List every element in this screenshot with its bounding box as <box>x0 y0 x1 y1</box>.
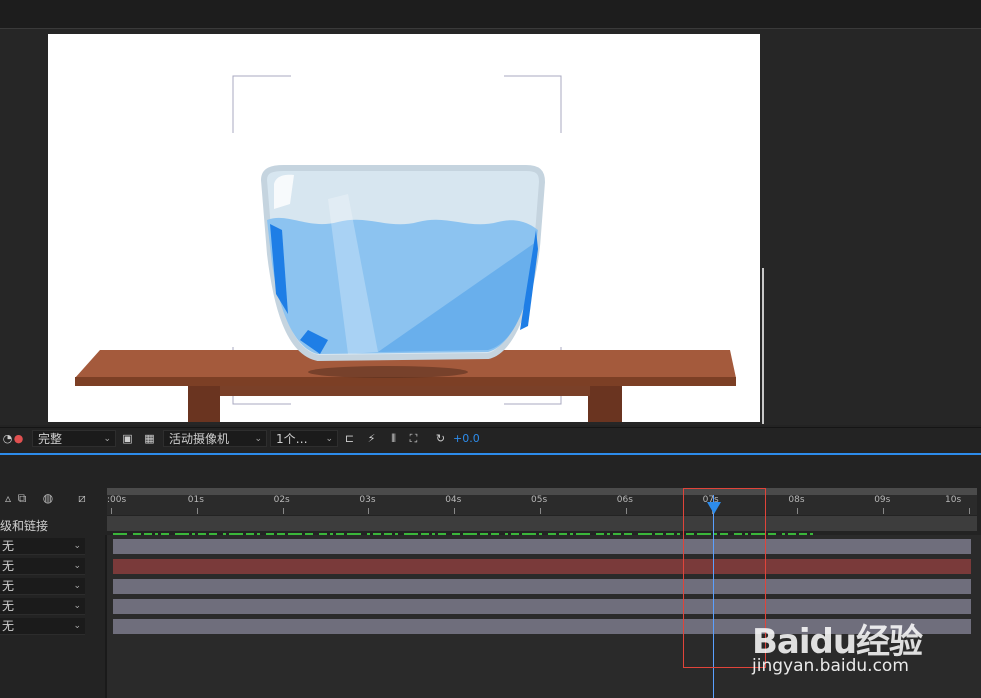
chevron-down-icon: ⌄ <box>73 581 81 591</box>
ruler-tick-label: 10s <box>945 495 962 505</box>
exposure-value[interactable]: +0.0 <box>453 430 480 448</box>
scene-artwork <box>75 75 736 422</box>
composition-canvas[interactable] <box>48 34 760 422</box>
comp-flowchart-icon[interactable]: ⧉ <box>14 491 30 505</box>
camera-value: 活动摄像机 <box>169 432 230 446</box>
parent-dropdown[interactable]: 无 ⌄ <box>0 578 85 595</box>
ruler-tick-mark <box>625 508 627 514</box>
parent-value: 无 <box>2 539 15 553</box>
reset-exposure-icon[interactable]: ↻ <box>433 431 448 446</box>
views-value: 1个… <box>276 432 308 446</box>
layer-duration-bar[interactable] <box>113 579 971 594</box>
ruler-tick-mark <box>368 508 370 514</box>
ruler-tick-label: 01s <box>187 495 204 505</box>
chevron-down-icon: ⌄ <box>73 621 81 631</box>
chevron-down-icon: ⌄ <box>254 434 262 444</box>
ruler-tick-mark <box>969 508 970 514</box>
resolution-value: 完整 <box>38 432 63 446</box>
chevron-down-icon: ⌄ <box>73 561 81 571</box>
parent-dropdown[interactable]: 无 ⌄ <box>0 618 85 635</box>
motion-blur-icon[interactable]: ◍ <box>40 491 56 505</box>
ruler-tick-label: 05s <box>531 495 548 505</box>
chevron-down-icon: ⌄ <box>73 601 81 611</box>
parent-value: 无 <box>2 599 15 613</box>
fast-previews-icon[interactable]: ⚡ <box>364 431 379 446</box>
ruler-tick-label: 06s <box>616 495 633 505</box>
parent-link-column-header: 级和链接 <box>0 519 49 533</box>
region-of-interest-icon[interactable]: ▣ <box>120 431 135 446</box>
color-channels-icon[interactable]: ● <box>11 431 26 446</box>
ruler-tick-mark <box>797 508 799 514</box>
top-bar <box>0 0 981 29</box>
camera-dropdown[interactable]: 活动摄像机 ⌄ <box>163 430 267 447</box>
chevron-down-icon: ⌄ <box>325 434 333 444</box>
parent-dropdown[interactable]: 无 ⌄ <box>0 598 85 615</box>
ruler-tick-mark <box>883 508 885 514</box>
viewer-edge-line <box>762 268 764 424</box>
parent-value: 无 <box>2 579 15 593</box>
parent-value: 无 <box>2 559 15 573</box>
toggle-pixel-aspect-icon[interactable]: ⊏ <box>342 431 357 446</box>
views-dropdown[interactable]: 1个… ⌄ <box>270 430 338 447</box>
ruler-tick-label: :00s <box>107 495 127 505</box>
ruler-tick-label: 04s <box>445 495 462 505</box>
resolution-dropdown[interactable]: 完整 ⌄ <box>32 430 116 447</box>
ruler-tick-label: 02s <box>273 495 290 505</box>
timeline-icon[interactable]: ⫴ <box>386 431 401 446</box>
flowchart-icon[interactable]: ⛶ <box>406 431 421 446</box>
parent-value: 无 <box>2 619 15 633</box>
ruler-tick-label: 03s <box>359 495 376 505</box>
viewer-toolbar: ◔ ● 完整 ⌄ ▣ ▦ 活动摄像机 ⌄ 1个… ⌄ ⊏ ⚡ ⫴ ⛶ ↻ +0.… <box>0 427 981 450</box>
chevron-down-icon: ⌄ <box>73 541 81 551</box>
ruler-tick-mark <box>196 508 198 514</box>
graph-editor-icon[interactable]: ⧄ <box>74 491 90 505</box>
watermark-url: jingyan.baidu.com <box>752 656 909 676</box>
layer-duration-bar[interactable] <box>113 539 971 554</box>
time-navigator-bar[interactable] <box>107 488 977 495</box>
ruler-tick-mark <box>111 508 112 514</box>
table <box>75 350 736 422</box>
layer-duration-bar[interactable] <box>113 559 971 574</box>
chevron-down-icon: ⌄ <box>103 434 111 444</box>
time-ruler[interactable]: :00s 01s 02s 03s 04s 05s 06s 07s 08s 09s 10s <box>107 495 977 515</box>
ruler-tick-mark <box>540 508 541 514</box>
ruler-tick-label: 08s <box>788 495 805 505</box>
parent-dropdown[interactable]: 无 ⌄ <box>0 558 85 575</box>
column-divider[interactable] <box>105 535 107 698</box>
ruler-tick-mark <box>454 508 456 514</box>
glass-bowl <box>260 165 546 362</box>
transparency-grid-icon[interactable]: ▦ <box>142 431 157 446</box>
ruler-tick-label: 09s <box>874 495 891 505</box>
watermark: Baidu经验 jingyan.baidu.com <box>752 596 952 696</box>
work-area-bar[interactable] <box>107 516 977 531</box>
ruler-tick-mark <box>282 508 284 514</box>
parent-dropdown[interactable]: 无 ⌄ <box>0 538 85 555</box>
